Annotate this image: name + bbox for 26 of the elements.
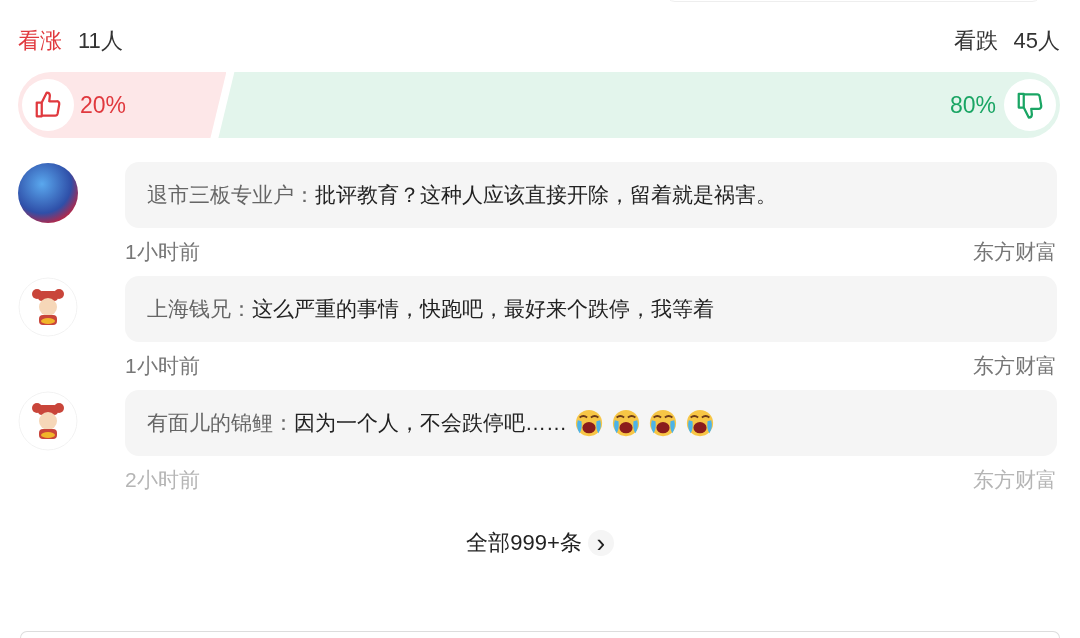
bearish-label: 看跌 bbox=[953, 27, 998, 55]
comment-author[interactable]: 有面儿的锦鲤： bbox=[147, 409, 294, 437]
comment-text: 批评教育？这种人应该直接开除，留着就是祸害。 bbox=[315, 182, 777, 208]
bullish-percent: 20% bbox=[80, 91, 127, 119]
comment-time: 1小时前 bbox=[125, 353, 200, 379]
comment-text: 这么严重的事情，快跑吧，最好来个跌停，我等着 bbox=[252, 296, 714, 322]
crying-emoji-icon bbox=[574, 408, 604, 438]
comment-text: 因为一个人，不会跌停吧…… bbox=[294, 410, 567, 436]
bearish-count: 45人 bbox=[1013, 27, 1060, 55]
bullish-count: 11人 bbox=[78, 27, 123, 55]
comment-time: 1小时前 bbox=[125, 239, 200, 265]
view-all-comments-link[interactable]: 全部999+条 › bbox=[466, 528, 614, 558]
comment-source: 东方财富 bbox=[973, 353, 1057, 379]
cartoon-avatar-icon[interactable] bbox=[18, 277, 78, 337]
comment-author[interactable]: 上海钱兄： bbox=[147, 295, 252, 323]
comment-source: 东方财富 bbox=[973, 467, 1057, 493]
crying-emoji-icon bbox=[611, 408, 641, 438]
bullish-label: 看涨 bbox=[18, 27, 62, 55]
cartoon-avatar-icon[interactable] bbox=[18, 391, 78, 451]
comment-time: 2小时前 bbox=[125, 467, 200, 493]
crying-emoji-icon bbox=[648, 408, 678, 438]
comment-author[interactable]: 退市三板专业户： bbox=[147, 181, 315, 209]
crying-emoji-icon bbox=[685, 408, 715, 438]
bearish-percent: 80% bbox=[949, 91, 996, 119]
avatar-photo-placeholder[interactable] bbox=[18, 163, 78, 223]
comment-source: 东方财富 bbox=[973, 239, 1057, 265]
